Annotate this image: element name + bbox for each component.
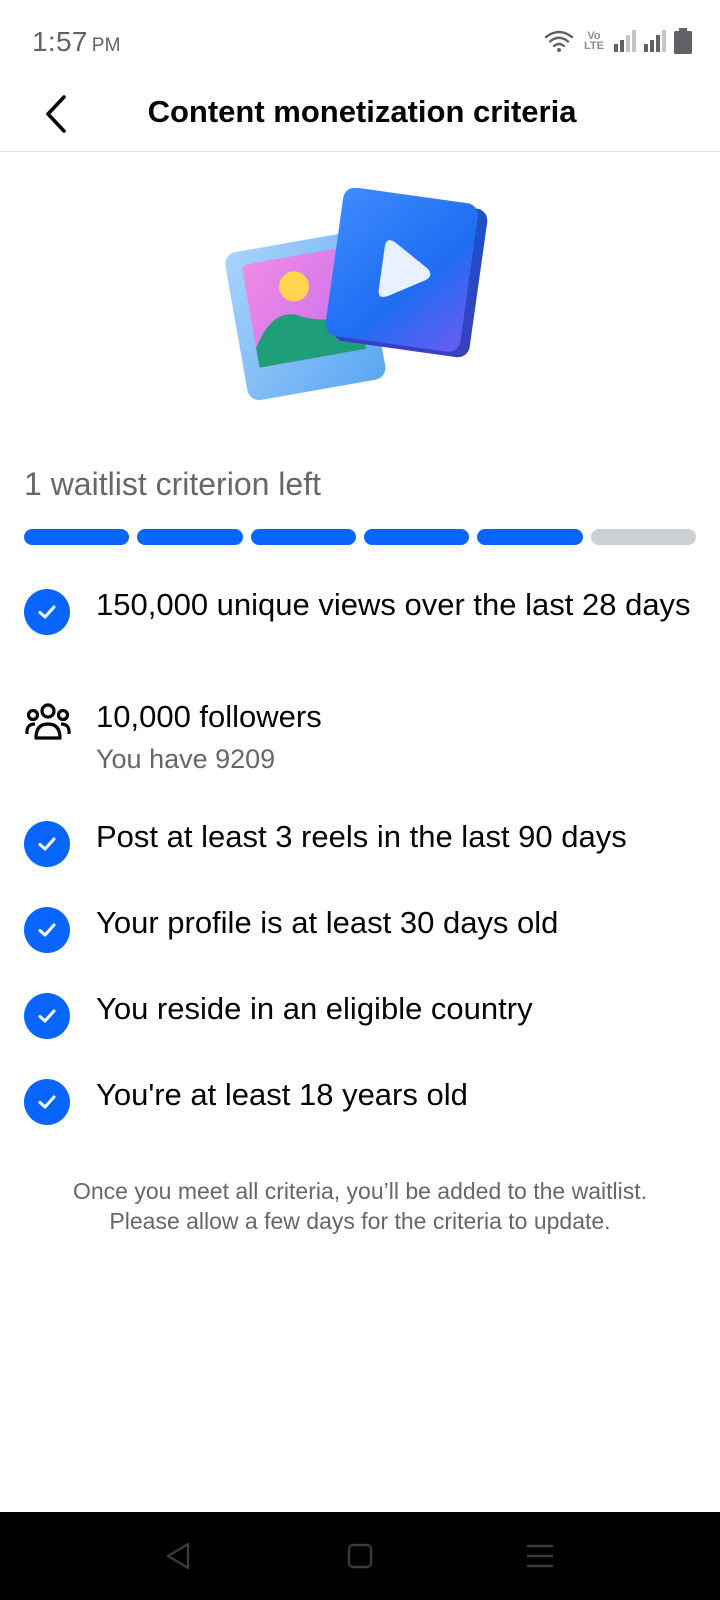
nav-menu-button[interactable] <box>518 1534 562 1578</box>
criterion-detail: You have 9209 <box>96 744 276 774</box>
footnote-line-1: Once you meet all criteria, you’ll be ad… <box>72 1178 647 1204</box>
system-nav-bar <box>0 1512 720 1600</box>
progress-segment <box>250 529 356 545</box>
wifi-icon <box>544 29 574 53</box>
progress-segment <box>137 529 243 545</box>
criterion-label: 150,000 unique views over the last 28 da… <box>96 587 691 622</box>
status-time: 1:57 PM <box>32 26 121 58</box>
criterion-status <box>24 993 70 1039</box>
status-icons: Vo LTE <box>544 26 692 56</box>
criterion-label: You're at least 18 years old <box>96 1077 468 1112</box>
criterion-label: Your profile is at least 30 days old <box>96 905 559 940</box>
criterion-label: 10,000 followers <box>96 699 322 734</box>
header: Content monetization criteria <box>0 80 720 152</box>
status-time-ampm: PM <box>91 35 121 56</box>
page-title: Content monetization criteria <box>147 94 577 129</box>
criterion-country: You reside in an eligible country <box>24 989 704 1075</box>
signal-icon-sim2 <box>644 30 666 52</box>
progress-segment <box>363 529 470 545</box>
criterion-age: You're at least 18 years old <box>24 1075 704 1161</box>
criterion-reels: Post at least 3 reels in the last 90 day… <box>24 817 704 903</box>
footnote: Once you meet all criteria, you’ll be ad… <box>20 1176 700 1236</box>
criterion-status <box>24 821 70 867</box>
followers-icon <box>24 701 71 747</box>
volte-bottom-label: LTE <box>584 40 604 52</box>
criterion-label: You reside in an eligible country <box>96 991 533 1026</box>
footnote-line-2: Please allow a few days for the criteria… <box>109 1208 611 1234</box>
check-circle-icon <box>24 821 70 867</box>
status-bar: 1:57 PM Vo LTE <box>0 0 720 80</box>
media-illustration <box>220 187 500 408</box>
criterion-followers: 10,000 followers You have 9209 <box>24 697 704 817</box>
check-circle-icon <box>24 589 70 635</box>
video-card <box>325 187 488 358</box>
check-circle-icon <box>24 1079 70 1125</box>
waitlist-heading: 1 waitlist criterion left <box>24 466 321 502</box>
progress-segment <box>24 529 130 545</box>
nav-home-icon <box>347 1543 373 1569</box>
criterion-status <box>24 907 70 953</box>
criterion-label: Post at least 3 reels in the last 90 day… <box>96 819 627 854</box>
criterion-unique-views: 150,000 unique views over the last 28 da… <box>24 585 704 697</box>
waitlist-progress <box>24 529 696 545</box>
criterion-profile-age: Your profile is at least 30 days old <box>24 903 704 989</box>
check-circle-icon <box>24 907 70 953</box>
criterion-status <box>24 589 70 635</box>
nav-back-icon <box>166 1542 190 1570</box>
volte-indicator: Vo LTE <box>584 31 604 52</box>
nav-back-button[interactable] <box>156 1534 200 1578</box>
nav-menu-icon <box>526 1544 554 1568</box>
progress-segment <box>477 529 583 545</box>
nav-home-button[interactable] <box>338 1534 382 1578</box>
battery-icon <box>674 28 692 54</box>
status-time-value: 1:57 <box>32 26 88 57</box>
criterion-status <box>24 1079 70 1125</box>
criteria-list: 150,000 unique views over the last 28 da… <box>24 585 704 1161</box>
check-circle-icon <box>24 993 70 1039</box>
signal-icon-sim1 <box>614 30 636 52</box>
progress-segment <box>590 529 696 545</box>
